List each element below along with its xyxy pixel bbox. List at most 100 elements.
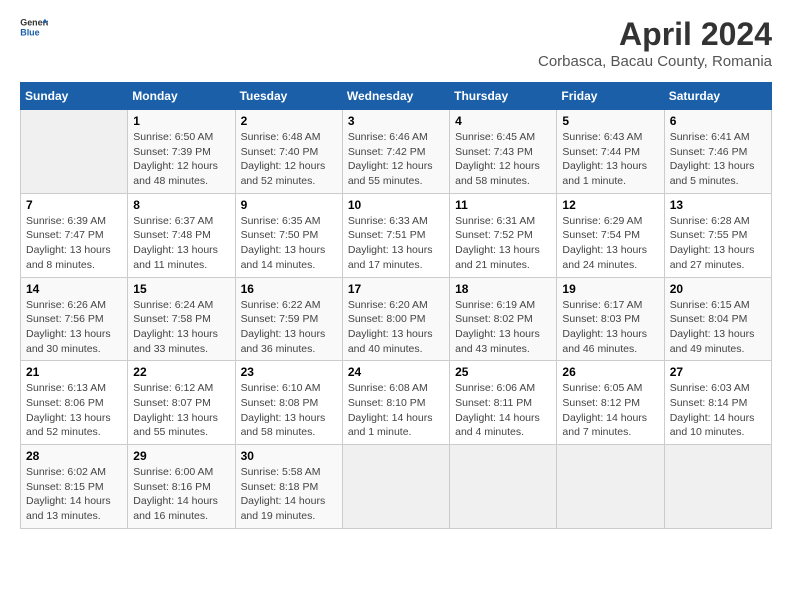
day-info: Sunrise: 6:24 AM Sunset: 7:58 PM Dayligh… [133, 298, 229, 357]
day-info: Sunrise: 6:28 AM Sunset: 7:55 PM Dayligh… [670, 214, 766, 273]
calendar-cell [557, 445, 664, 529]
day-number: 10 [348, 198, 444, 212]
day-number: 18 [455, 282, 551, 296]
calendar-cell: 5 Sunrise: 6:43 AM Sunset: 7:44 PM Daylig… [557, 110, 664, 194]
day-info: Sunrise: 5:58 AM Sunset: 8:18 PM Dayligh… [241, 465, 337, 524]
calendar-cell: 4Sunrise: 6:45 AM Sunset: 7:43 PM Daylig… [450, 110, 557, 194]
day-info: Sunrise: 6:39 AM Sunset: 7:47 PM Dayligh… [26, 214, 122, 273]
day-info: Sunrise: 6:41 AM Sunset: 7:46 PM Dayligh… [670, 130, 766, 189]
calendar-header-friday: Friday [557, 83, 664, 110]
day-number: 28 [26, 449, 122, 463]
day-number: 29 [133, 449, 229, 463]
day-info: Sunrise: 6:31 AM Sunset: 7:52 PM Dayligh… [455, 214, 551, 273]
day-number: 14 [26, 282, 122, 296]
page-header: General Blue April 2024 Corbasca, Bacau … [20, 16, 772, 70]
calendar-header-monday: Monday [128, 83, 235, 110]
day-number: 16 [241, 282, 337, 296]
day-number: 8 [133, 198, 229, 212]
calendar-cell: 19Sunrise: 6:17 AM Sunset: 8:03 PM Dayli… [557, 277, 664, 361]
day-number: 6 [670, 114, 766, 128]
day-info: Sunrise: 6:19 AM Sunset: 8:02 PM Dayligh… [455, 298, 551, 357]
calendar-cell: 22Sunrise: 6:12 AM Sunset: 8:07 PM Dayli… [128, 361, 235, 445]
logo-icon: General Blue [20, 16, 48, 38]
calendar-header-wednesday: Wednesday [342, 83, 449, 110]
day-info: Sunrise: 6:06 AM Sunset: 8:11 PM Dayligh… [455, 381, 551, 440]
calendar-cell: 16 Sunrise: 6:22 AM Sunset: 7:59 PM Dayli… [235, 277, 342, 361]
day-number: 26 [562, 365, 658, 379]
calendar-week-row: 14 Sunrise: 6:26 AM Sunset: 7:56 PM Dayli… [21, 277, 772, 361]
calendar-cell: 2Sunrise: 6:48 AM Sunset: 7:40 PM Daylig… [235, 110, 342, 194]
calendar-cell [664, 445, 771, 529]
day-info: Sunrise: 6:05 AM Sunset: 8:12 PM Dayligh… [562, 381, 658, 440]
day-number: 25 [455, 365, 551, 379]
calendar-cell: 12 Sunrise: 6:29 AM Sunset: 7:54 PM Dayli… [557, 193, 664, 277]
day-number: 20 [670, 282, 766, 296]
calendar-cell: 14 Sunrise: 6:26 AM Sunset: 7:56 PM Dayli… [21, 277, 128, 361]
day-number: 15 [133, 282, 229, 296]
day-info: Sunrise: 6:45 AM Sunset: 7:43 PM Dayligh… [455, 130, 551, 189]
calendar-cell: 6 Sunrise: 6:41 AM Sunset: 7:46 PM Daylig… [664, 110, 771, 194]
calendar-cell: 28 Sunrise: 6:02 AM Sunset: 8:15 PM Dayli… [21, 445, 128, 529]
day-number: 24 [348, 365, 444, 379]
day-number: 2 [241, 114, 337, 128]
calendar-cell: 17Sunrise: 6:20 AM Sunset: 8:00 PM Dayli… [342, 277, 449, 361]
day-info: Sunrise: 6:08 AM Sunset: 8:10 PM Dayligh… [348, 381, 444, 440]
calendar-cell: 24 Sunrise: 6:08 AM Sunset: 8:10 PM Dayli… [342, 361, 449, 445]
day-number: 5 [562, 114, 658, 128]
calendar-cell: 26 Sunrise: 6:05 AM Sunset: 8:12 PM Dayli… [557, 361, 664, 445]
calendar-cell: 23 Sunrise: 6:10 AM Sunset: 8:08 PM Dayli… [235, 361, 342, 445]
day-number: 23 [241, 365, 337, 379]
calendar-cell: 8 Sunrise: 6:37 AM Sunset: 7:48 PM Daylig… [128, 193, 235, 277]
calendar-cell: 18 Sunrise: 6:19 AM Sunset: 8:02 PM Dayli… [450, 277, 557, 361]
calendar-cell: 27 Sunrise: 6:03 AM Sunset: 8:14 PM Dayli… [664, 361, 771, 445]
day-number: 7 [26, 198, 122, 212]
day-number: 12 [562, 198, 658, 212]
day-number: 30 [241, 449, 337, 463]
calendar-cell: 1Sunrise: 6:50 AM Sunset: 7:39 PM Daylig… [128, 110, 235, 194]
calendar-header-tuesday: Tuesday [235, 83, 342, 110]
calendar-cell: 10 Sunrise: 6:33 AM Sunset: 7:51 PM Dayli… [342, 193, 449, 277]
day-number: 13 [670, 198, 766, 212]
month-title: April 2024 [538, 16, 772, 53]
calendar-week-row: 28 Sunrise: 6:02 AM Sunset: 8:15 PM Dayli… [21, 445, 772, 529]
calendar-cell: 11 Sunrise: 6:31 AM Sunset: 7:52 PM Dayli… [450, 193, 557, 277]
day-info: Sunrise: 6:22 AM Sunset: 7:59 PM Dayligh… [241, 298, 337, 357]
calendar-cell: 3 Sunrise: 6:46 AM Sunset: 7:42 PM Daylig… [342, 110, 449, 194]
calendar-cell: 7 Sunrise: 6:39 AM Sunset: 7:47 PM Daylig… [21, 193, 128, 277]
day-info: Sunrise: 6:17 AM Sunset: 8:03 PM Dayligh… [562, 298, 658, 357]
day-info: Sunrise: 6:20 AM Sunset: 8:00 PM Dayligh… [348, 298, 444, 357]
logo: General Blue [20, 16, 48, 38]
day-number: 27 [670, 365, 766, 379]
day-info: Sunrise: 6:15 AM Sunset: 8:04 PM Dayligh… [670, 298, 766, 357]
calendar-table: SundayMondayTuesdayWednesdayThursdayFrid… [20, 82, 772, 529]
calendar-cell [450, 445, 557, 529]
calendar-cell: 29 Sunrise: 6:00 AM Sunset: 8:16 PM Dayli… [128, 445, 235, 529]
day-number: 9 [241, 198, 337, 212]
calendar-week-row: 21Sunrise: 6:13 AM Sunset: 8:06 PM Dayli… [21, 361, 772, 445]
day-info: Sunrise: 6:43 AM Sunset: 7:44 PM Dayligh… [562, 130, 658, 189]
day-info: Sunrise: 6:03 AM Sunset: 8:14 PM Dayligh… [670, 381, 766, 440]
day-number: 21 [26, 365, 122, 379]
day-info: Sunrise: 6:29 AM Sunset: 7:54 PM Dayligh… [562, 214, 658, 273]
calendar-header-sunday: Sunday [21, 83, 128, 110]
day-number: 11 [455, 198, 551, 212]
day-info: Sunrise: 6:02 AM Sunset: 8:15 PM Dayligh… [26, 465, 122, 524]
calendar-cell: 30 Sunrise: 5:58 AM Sunset: 8:18 PM Dayli… [235, 445, 342, 529]
calendar-cell: 15 Sunrise: 6:24 AM Sunset: 7:58 PM Dayli… [128, 277, 235, 361]
calendar-cell [342, 445, 449, 529]
day-number: 3 [348, 114, 444, 128]
day-info: Sunrise: 6:00 AM Sunset: 8:16 PM Dayligh… [133, 465, 229, 524]
calendar-header-saturday: Saturday [664, 83, 771, 110]
day-info: Sunrise: 6:35 AM Sunset: 7:50 PM Dayligh… [241, 214, 337, 273]
svg-text:Blue: Blue [20, 27, 39, 37]
calendar-cell: 25 Sunrise: 6:06 AM Sunset: 8:11 PM Dayli… [450, 361, 557, 445]
day-info: Sunrise: 6:37 AM Sunset: 7:48 PM Dayligh… [133, 214, 229, 273]
day-info: Sunrise: 6:10 AM Sunset: 8:08 PM Dayligh… [241, 381, 337, 440]
calendar-cell: 21Sunrise: 6:13 AM Sunset: 8:06 PM Dayli… [21, 361, 128, 445]
day-info: Sunrise: 6:26 AM Sunset: 7:56 PM Dayligh… [26, 298, 122, 357]
day-info: Sunrise: 6:46 AM Sunset: 7:42 PM Dayligh… [348, 130, 444, 189]
calendar-cell: 20 Sunrise: 6:15 AM Sunset: 8:04 PM Dayli… [664, 277, 771, 361]
day-info: Sunrise: 6:50 AM Sunset: 7:39 PM Dayligh… [133, 130, 229, 189]
calendar-cell: 9 Sunrise: 6:35 AM Sunset: 7:50 PM Daylig… [235, 193, 342, 277]
day-info: Sunrise: 6:33 AM Sunset: 7:51 PM Dayligh… [348, 214, 444, 273]
